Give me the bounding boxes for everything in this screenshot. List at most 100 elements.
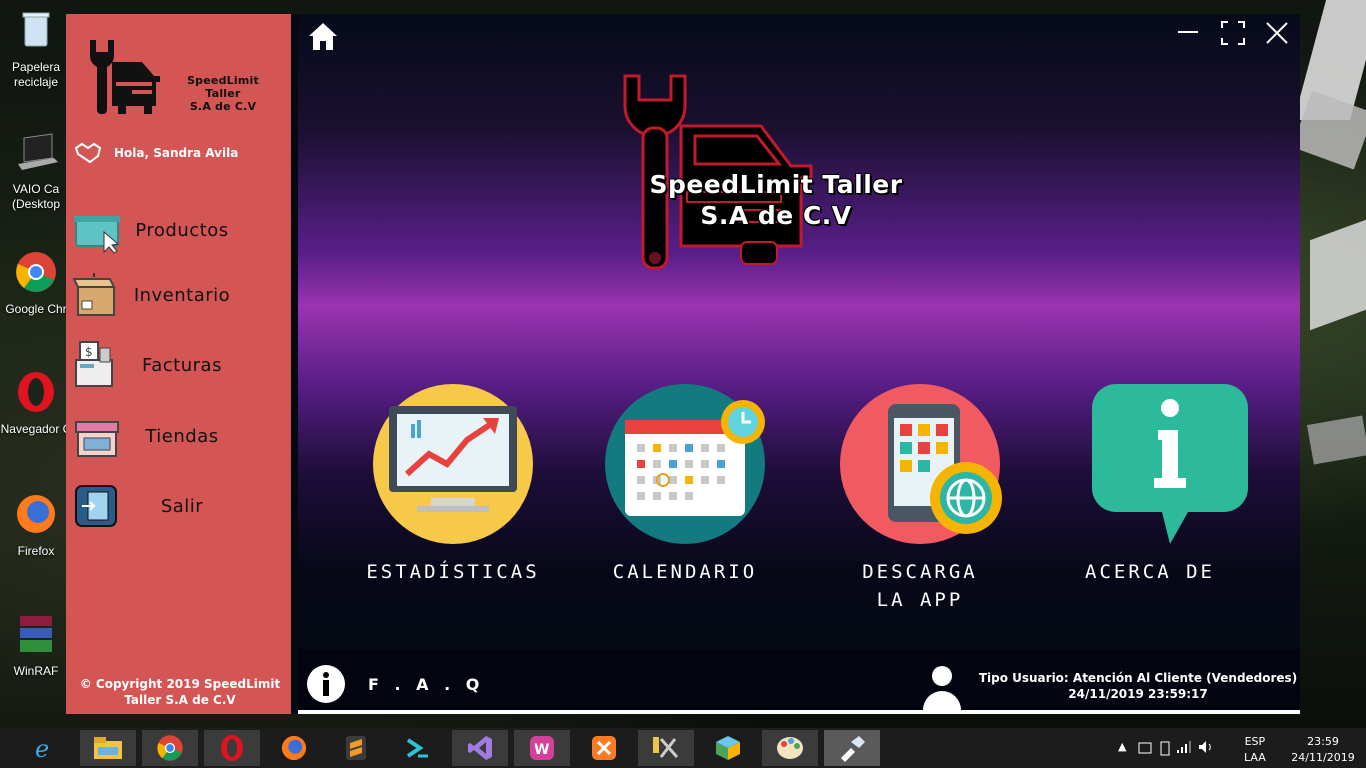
wifi-signal-icon[interactable] (1176, 740, 1192, 754)
sidebar-item-productos[interactable]: Productos (72, 204, 286, 256)
taskbar-file-explorer[interactable] (80, 730, 136, 766)
taskbar-firefox[interactable] (266, 730, 322, 766)
handshake-icon (74, 142, 102, 164)
sidebar-item-label: Tiendas (145, 425, 219, 447)
tile-estadisticas[interactable]: ESTADÍSTICAS (353, 384, 553, 586)
svg-text:$: $ (85, 345, 93, 359)
desktop-icon-firefox[interactable]: Firefox (0, 492, 72, 559)
sidebar-item-label: Productos (135, 219, 229, 241)
user-info: Tipo Usuario: Atención Al Cliente (Vende… (978, 670, 1298, 702)
tile-label: ACERCA DE (1085, 561, 1215, 583)
maximize-icon[interactable] (1220, 20, 1246, 46)
sublime-text-icon (346, 736, 366, 760)
taskbar-sublime[interactable] (328, 730, 384, 766)
calendar-icon (625, 400, 765, 516)
clock[interactable]: 23:59 24/11/2019 (1288, 734, 1358, 766)
taskbar-cube[interactable] (700, 730, 756, 766)
app-icon (841, 736, 865, 762)
svg-text:e: e (35, 735, 49, 763)
home-icon[interactable] (306, 20, 340, 54)
wamp-icon: W (530, 736, 554, 760)
desktop-icon-opera[interactable]: Navegador C (0, 370, 72, 437)
mobile-app-icon (888, 404, 1002, 534)
close-icon[interactable] (1264, 20, 1290, 46)
tile-circle (373, 384, 533, 544)
sidebar-item-facturas[interactable]: $ Facturas (72, 339, 286, 391)
greeting: Hola, Sandra Avila (74, 142, 238, 164)
sidebar-item-label: Facturas (142, 354, 222, 376)
tile-acerca-de[interactable]: ACERCA DE (1050, 384, 1250, 586)
sidebar-item-label: Inventario (133, 284, 231, 306)
copyright: © Copyright 2019 SpeedLimit Taller S.A d… (74, 676, 286, 708)
sidebar: SpeedLimit Taller S.A de C.V Hola, Sandr… (66, 14, 291, 714)
bracket-icon (406, 738, 428, 758)
firefox-icon (17, 495, 55, 533)
sidebar-item-salir[interactable]: Salir (72, 480, 286, 532)
sidebar-item-tiendas[interactable]: Tiendas (72, 410, 286, 462)
main-brand-line1: SpeedLimit Taller (649, 170, 903, 199)
taskbar-bracket-app[interactable] (390, 730, 446, 766)
language-code: ESP (1244, 735, 1266, 748)
laptop-icon (18, 133, 58, 170)
desktop-icon-chrome[interactable]: Google Chr (0, 250, 72, 317)
desktop-icon-winrar[interactable]: WinRAF (0, 612, 72, 679)
paint-icon (777, 737, 803, 759)
desktop-icon-label: reciclaje (13, 75, 58, 89)
tile-descarga-app[interactable]: DESCARGA LA APP (820, 384, 1020, 614)
tile-label: ESTADÍSTICAS (366, 561, 540, 583)
app-window: SpeedLimit Taller S.A de C.V Hola, Sandr… (66, 14, 1300, 714)
user-type: Tipo Usuario: Atención Al Cliente (Vende… (978, 671, 1298, 685)
sidebar-item-label: Salir (160, 495, 204, 517)
taskbar-visual-studio[interactable] (452, 730, 508, 766)
taskbar-wamp[interactable]: W (514, 730, 570, 766)
store-icon (75, 421, 119, 457)
winrar-icon (20, 616, 52, 652)
tile-circle (840, 384, 1002, 544)
tile-circle (605, 384, 765, 544)
visual-studio-icon (468, 736, 492, 760)
current-datetime: 24/11/2019 23:59:17 (1068, 687, 1208, 701)
tile-circle (1070, 384, 1248, 544)
tray-display-icon[interactable] (1138, 742, 1152, 754)
taskbar: e W ▲ ESP LAA 23:59 24/11/2019 (0, 728, 1366, 768)
language-indicator[interactable]: ESP LAA (1244, 734, 1266, 766)
taskbar-xampp[interactable] (576, 730, 632, 766)
svg-text:W: W (534, 742, 549, 758)
user-icon (923, 666, 961, 710)
taskbar-internet-explorer[interactable]: e (18, 730, 74, 766)
desktop-icon-vaio[interactable]: VAIO Ca (Desktop (0, 130, 72, 212)
taskbar-paint[interactable] (762, 730, 818, 766)
desktop-icon-label: Navegador C (0, 422, 72, 436)
chrome-icon (16, 252, 56, 292)
file-explorer-icon (94, 737, 122, 759)
faq-button[interactable]: F . A . Q (306, 664, 484, 704)
taskbar-active-app[interactable] (824, 730, 880, 766)
taskbar-opera[interactable] (204, 730, 260, 766)
tile-calendario[interactable]: CALENDARIO (585, 384, 785, 586)
desktop-icon-label: Google Chr (5, 302, 67, 316)
tools-icon (653, 737, 679, 758)
desktop-icon-label: Papelera (11, 60, 61, 74)
taskbar-chrome[interactable] (142, 730, 198, 766)
copyright-line2: Taller S.A de C.V (124, 693, 236, 707)
tray-expand-icon[interactable]: ▲ (1118, 740, 1126, 753)
faq-label: F . A . Q (368, 674, 485, 694)
minimize-icon[interactable] (1176, 20, 1200, 44)
main-brand-line2: S.A de C.V (700, 201, 852, 230)
sidebar-brand-line1: SpeedLimit Taller (187, 74, 259, 100)
opera-icon (221, 735, 243, 761)
sidebar-brand: SpeedLimit Taller S.A de C.V (168, 74, 278, 113)
sidebar-brand-line2: S.A de C.V (189, 100, 257, 113)
statistics-monitor-icon (389, 406, 517, 512)
desktop-icon-recycle-bin[interactable]: Papelera reciclaje (0, 8, 72, 90)
wallpaper-shard (1306, 415, 1366, 465)
cash-register-icon: $ (75, 341, 113, 387)
info-bubble-icon (1092, 384, 1248, 544)
volume-icon[interactable] (1198, 740, 1214, 754)
sidebar-item-inventario[interactable]: Inventario (72, 269, 286, 321)
box-icon (72, 273, 116, 316)
desktop-icon-label: Firefox (17, 544, 55, 558)
tile-label: DESCARGA LA APP (820, 558, 1020, 614)
taskbar-tools[interactable] (638, 730, 694, 766)
battery-icon[interactable] (1160, 740, 1170, 756)
